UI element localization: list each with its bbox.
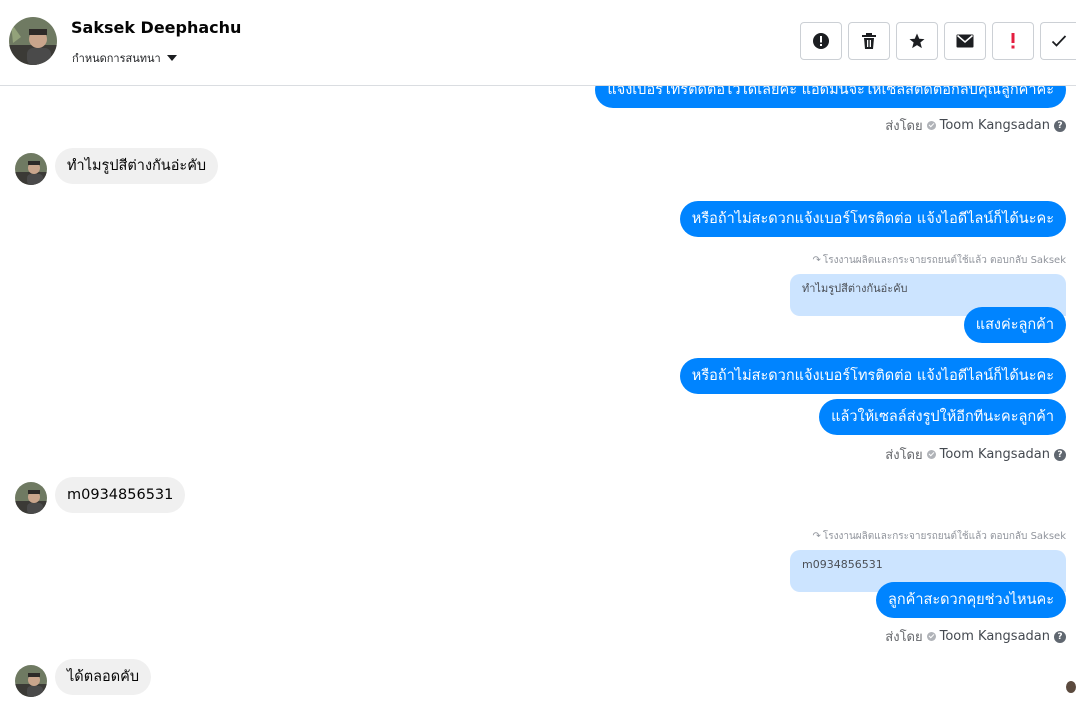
sent-by-label: ส่งโดย (885, 448, 923, 463)
contact-avatar-small[interactable] (15, 153, 47, 185)
help-icon[interactable]: ? (1054, 448, 1066, 461)
seen-avatar-indicator (1066, 681, 1076, 693)
outgoing-message: แจ้งเบอร์โทรติดต่อไว้ได้เลยค่ะ แอดมินจะใ… (595, 86, 1066, 108)
contact-avatar-small[interactable] (15, 665, 47, 697)
outgoing-message: แล้วให้เซลล์ส่งรูปให้อีกทีนะคะลูกค้า (819, 399, 1066, 435)
sent-by-line: ส่งโดย Toom Kangsadan ? (885, 115, 1066, 136)
help-icon[interactable]: ? (1054, 630, 1066, 643)
check-icon (1051, 35, 1066, 47)
reply-context-note: ↷ โรงงานผลิตและกระจายรถยนต์ใช้แล้ว ตอบกล… (812, 253, 1066, 268)
incoming-message: ได้ตลอดคับ (55, 659, 152, 695)
incoming-message: m0934856531 (55, 477, 186, 513)
reply-note-text: โรงงานผลิตและกระจายรถยนต์ใช้แล้ว ตอบกลับ… (822, 531, 1066, 542)
contact-name[interactable]: Saksek Deephachu (71, 18, 241, 37)
outgoing-message: แสงค่ะลูกค้า (963, 307, 1066, 343)
verified-icon (926, 121, 936, 130)
sent-by-label: ส่งโดย (885, 630, 923, 645)
conversation-header: Saksek Deephachu กำหนดการสนทนา (0, 0, 1076, 86)
help-icon[interactable]: ? (1054, 119, 1066, 132)
reply-context-note: ↷ โรงงานผลิตและกระจายรถยนต์ใช้แล้ว ตอบกล… (812, 529, 1066, 544)
mark-unread-button[interactable] (944, 22, 986, 60)
star-icon (909, 33, 925, 49)
sent-by-label: ส่งโดย (885, 119, 923, 134)
message-thread[interactable]: แจ้งเบอร์โทรติดต่อไว้ได้เลยค่ะ แอดมินจะใ… (0, 86, 1076, 704)
incoming-message: ทำไมรูปสีต่างกันอ่ะคับ (55, 148, 219, 184)
avatar-photo (15, 665, 47, 697)
reply-arrow-icon: ↷ (812, 255, 821, 266)
exclamation-circle-icon (813, 33, 829, 49)
sent-by-line: ส่งโดย Toom Kangsadan ? (885, 444, 1066, 465)
sender-name[interactable]: Toom Kangsadan (940, 118, 1050, 133)
sender-name[interactable]: Toom Kangsadan (940, 447, 1050, 462)
contact-avatar[interactable] (9, 17, 57, 65)
action-toolbar (800, 22, 1076, 60)
conversation-label-dropdown[interactable]: กำหนดการสนทนา (72, 49, 177, 67)
done-button[interactable] (1040, 22, 1076, 60)
reply-note-text: โรงงานผลิตและกระจายรถยนต์ใช้แล้ว ตอบกลับ… (822, 255, 1066, 266)
avatar-photo (15, 482, 47, 514)
trash-icon (862, 33, 876, 49)
avatar-photo (9, 17, 57, 65)
contact-avatar-small[interactable] (15, 482, 47, 514)
delete-button[interactable] (848, 22, 890, 60)
outgoing-message: หรือถ้าไม่สะดวกแจ้งเบอร์โทรติดต่อ แจ้งไอ… (679, 358, 1066, 394)
important-button[interactable] (992, 22, 1034, 60)
envelope-icon (956, 34, 974, 48)
outgoing-message: หรือถ้าไม่สะดวกแจ้งเบอร์โทรติดต่อ แจ้งไอ… (679, 201, 1066, 237)
verified-icon (926, 450, 936, 459)
reply-arrow-icon: ↷ (812, 531, 821, 542)
outgoing-message: ลูกค้าสะดวกคุยช่วงไหนคะ (876, 582, 1066, 618)
verified-icon (926, 632, 936, 641)
sent-by-line: ส่งโดย Toom Kangsadan ? (885, 626, 1066, 647)
label-select-text: กำหนดการสนทนา (72, 52, 161, 65)
avatar-photo (15, 153, 47, 185)
sender-name[interactable]: Toom Kangsadan (940, 629, 1050, 644)
exclamation-icon (1011, 33, 1015, 49)
star-button[interactable] (896, 22, 938, 60)
spam-button[interactable] (800, 22, 842, 60)
chevron-down-icon (166, 55, 177, 61)
